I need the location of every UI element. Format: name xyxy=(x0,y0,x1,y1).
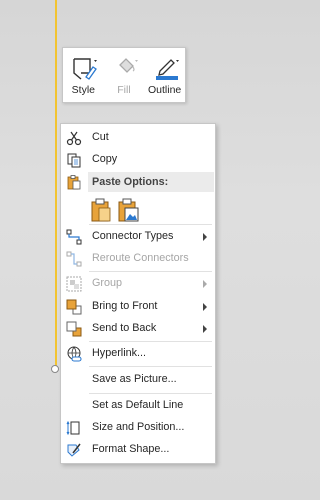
bring-to-front-label: Bring to Front xyxy=(92,300,158,312)
submenu-arrow-icon xyxy=(203,303,207,311)
paste-options-header: Paste Options: xyxy=(88,172,214,192)
fill-label: Fill xyxy=(117,84,131,96)
submenu-arrow-icon xyxy=(203,280,207,288)
menu-item-reroute-connectors[interactable]: Reroute Connectors xyxy=(62,248,214,270)
hyperlink-label: Hyperlink... xyxy=(92,347,147,359)
menu-item-set-as-default-line[interactable]: Set as Default Line xyxy=(62,395,214,417)
menu-item-connector-types[interactable]: Connector Types xyxy=(62,226,214,248)
size-and-position-icon xyxy=(66,420,80,436)
size-and-position-label: Size and Position... xyxy=(92,421,185,433)
menu-item-bring-to-front[interactable]: Bring to Front xyxy=(62,296,214,318)
menu-item-copy[interactable]: Copy xyxy=(62,149,214,171)
style-icon xyxy=(73,58,98,80)
style-button[interactable]: Style xyxy=(64,48,102,102)
menu-item-save-as-picture[interactable]: Save as Picture... xyxy=(62,369,214,391)
save-as-picture-label: Save as Picture... xyxy=(92,373,177,385)
format-shape-icon xyxy=(67,443,81,457)
hyperlink-icon xyxy=(67,346,82,362)
outline-button[interactable]: Outline xyxy=(146,48,184,102)
send-to-back-label: Send to Back xyxy=(92,322,157,334)
set-as-default-line-label: Set as Default Line xyxy=(92,399,184,411)
separator xyxy=(89,224,212,225)
paste-as-picture-icon[interactable] xyxy=(117,197,139,223)
cut-label: Cut xyxy=(92,131,109,143)
outline-label: Outline xyxy=(148,84,182,96)
style-label: Style xyxy=(71,84,95,96)
mini-toolbar: Style Fill Outline xyxy=(62,47,186,103)
context-menu: Cut Copy Paste Options: Connector Types … xyxy=(60,123,216,464)
send-to-back-icon xyxy=(66,321,82,337)
bring-to-front-icon xyxy=(66,299,82,315)
menu-item-size-and-position[interactable]: Size and Position... xyxy=(62,417,214,439)
scissors-icon xyxy=(66,131,82,146)
selected-connector-line[interactable] xyxy=(55,0,57,372)
submenu-arrow-icon xyxy=(203,233,207,241)
submenu-arrow-icon xyxy=(203,325,207,333)
fill-bucket-icon xyxy=(119,58,138,73)
reroute-connectors-icon xyxy=(66,251,82,267)
connector-types-icon xyxy=(66,229,82,245)
paste-icon xyxy=(67,175,81,190)
connector-types-label: Connector Types xyxy=(92,230,174,242)
menu-item-group[interactable]: Group xyxy=(62,273,214,295)
paste-keep-source-icon[interactable] xyxy=(90,197,112,223)
group-icon xyxy=(66,276,82,292)
paste-options-label: Paste Options: xyxy=(92,176,169,188)
fill-button[interactable]: Fill xyxy=(105,48,143,102)
line-end-handle[interactable] xyxy=(51,365,59,373)
format-shape-label: Format Shape... xyxy=(92,443,170,455)
outline-pen-icon xyxy=(155,59,179,80)
group-label: Group xyxy=(92,277,123,289)
copy-label: Copy xyxy=(92,153,118,165)
menu-item-format-shape[interactable]: Format Shape... xyxy=(62,439,214,461)
menu-item-cut[interactable]: Cut xyxy=(62,127,214,149)
menu-item-hyperlink[interactable]: Hyperlink... xyxy=(62,343,214,365)
separator xyxy=(89,366,212,367)
copy-icon xyxy=(67,153,81,168)
separator xyxy=(89,393,212,394)
menu-item-send-to-back[interactable]: Send to Back xyxy=(62,318,214,340)
separator xyxy=(89,341,212,342)
separator xyxy=(89,271,212,272)
reroute-connectors-label: Reroute Connectors xyxy=(92,252,189,264)
